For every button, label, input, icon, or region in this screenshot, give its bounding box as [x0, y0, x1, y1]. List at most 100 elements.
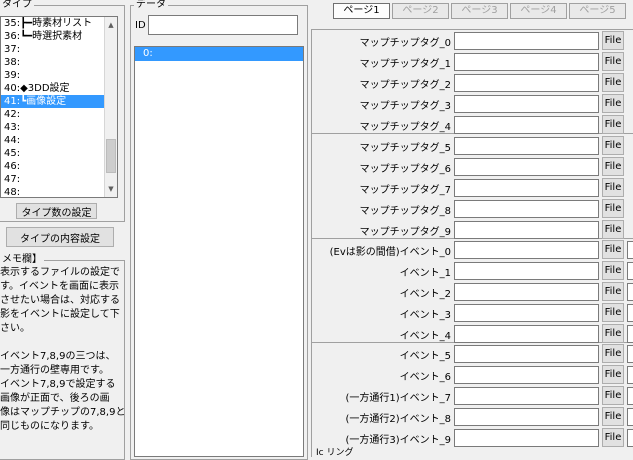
field-input[interactable] [454, 429, 599, 447]
type-list-item[interactable]: 40:◆3DD設定 [1, 82, 117, 95]
tab-page-1[interactable]: ページ1 [333, 3, 390, 19]
field-row: マップチップタグ_6 File [311, 157, 633, 177]
extra-field-input[interactable] [627, 366, 633, 384]
type-list-scrollbar[interactable]: ▲ ▼ [104, 17, 117, 197]
type-item-label: ┗━時選択素材 [20, 31, 83, 42]
field-input[interactable] [454, 116, 599, 134]
field-input[interactable] [454, 325, 599, 343]
file-button[interactable]: File [602, 365, 624, 384]
type-list-item[interactable]: 47: [1, 173, 117, 186]
file-button[interactable]: File [602, 324, 624, 343]
field-label: イベント_2 [399, 289, 451, 300]
file-button[interactable]: File [602, 240, 624, 259]
file-button[interactable]: File [602, 282, 624, 301]
extra-field-input[interactable] [627, 283, 633, 301]
field-input[interactable] [454, 283, 599, 301]
data-list[interactable]: 0: [134, 46, 304, 457]
type-count-button[interactable]: タイプ数の設定 [16, 203, 97, 219]
data-list-item[interactable]: 0: [135, 47, 303, 61]
extra-field-input[interactable] [627, 262, 633, 280]
field-label: イベント_4 [399, 331, 451, 342]
file-button[interactable]: File [602, 178, 624, 197]
field-input[interactable] [454, 345, 599, 363]
scroll-down-icon[interactable]: ▼ [105, 183, 117, 195]
type-list-item[interactable]: 36:┗━時選択素材 [1, 30, 117, 43]
file-button[interactable]: File [602, 220, 624, 239]
field-row: マップチップタグ_0 File [311, 31, 633, 51]
type-list-item[interactable]: 44: [1, 134, 117, 147]
tab-page-4[interactable]: ページ4 [510, 3, 567, 19]
file-button[interactable]: File [602, 344, 624, 363]
type-list[interactable]: 35:┣━時素材リスト 36:┗━時選択素材 37: 38: 39: 40:◆3DD設定 4… [0, 16, 118, 198]
file-button[interactable]: File [602, 52, 624, 71]
field-label: イベント_3 [399, 310, 451, 321]
field-input[interactable] [454, 304, 599, 322]
memo-line: 画像が正面で、後ろの画 [0, 393, 110, 404]
type-list-item[interactable]: 43: [1, 121, 117, 134]
field-label: マップチップタグ_1 [359, 59, 451, 70]
field-input[interactable] [454, 200, 599, 218]
file-button[interactable]: File [602, 31, 624, 50]
field-input[interactable] [454, 74, 599, 92]
group-separator [311, 29, 633, 30]
field-input[interactable] [454, 366, 599, 384]
type-list-item[interactable]: 48: [1, 186, 117, 197]
extra-field-input[interactable] [627, 387, 633, 405]
file-button[interactable]: File [602, 73, 624, 92]
type-item-number: 44: [4, 135, 21, 146]
extra-field-input[interactable] [627, 408, 633, 426]
type-list-item[interactable]: 38: [1, 56, 117, 69]
field-input[interactable] [454, 53, 599, 71]
field-input[interactable] [454, 158, 599, 176]
memo-line: 影をイベントに設定して下 [0, 309, 120, 320]
file-button[interactable]: File [602, 386, 624, 405]
scroll-thumb[interactable] [106, 139, 116, 173]
memo-line: イベント7,8,9で設定する [0, 379, 116, 390]
file-button[interactable]: File [602, 428, 624, 447]
field-label: マップチップタグ_8 [359, 206, 451, 217]
memo-line: 像はマップチップの7,8,9と [0, 407, 124, 418]
file-button[interactable]: File [602, 115, 624, 134]
file-button[interactable]: File [602, 199, 624, 218]
field-input[interactable] [454, 137, 599, 155]
file-button[interactable]: File [602, 94, 624, 113]
extra-field-input[interactable] [627, 345, 633, 363]
field-input[interactable] [454, 32, 599, 50]
extra-field-input[interactable] [627, 304, 633, 322]
file-button[interactable]: File [602, 261, 624, 280]
file-button[interactable]: File [602, 303, 624, 322]
field-input[interactable] [454, 95, 599, 113]
id-input[interactable] [148, 15, 298, 35]
tab-page-3[interactable]: ページ3 [451, 3, 508, 19]
field-input[interactable] [454, 408, 599, 426]
extra-field-input[interactable] [627, 241, 633, 259]
tab-page-2[interactable]: ページ2 [392, 3, 449, 19]
type-list-item[interactable]: 45: [1, 147, 117, 160]
file-button[interactable]: File [602, 157, 624, 176]
field-input[interactable] [454, 179, 599, 197]
tab-page-5[interactable]: ページ5 [569, 3, 626, 19]
field-label: イベント_1 [399, 268, 451, 279]
extra-field-input[interactable] [627, 429, 633, 447]
field-label: マップチップタグ_2 [359, 80, 451, 91]
field-row: イベント_5 File [311, 344, 633, 364]
memo-line: 同じものになります。 [0, 421, 99, 432]
type-content-button[interactable]: タイプの内容設定 [6, 227, 114, 247]
type-list-item[interactable]: 37: [1, 43, 117, 56]
field-input[interactable] [454, 241, 599, 259]
type-list-rows: 35:┣━時素材リスト 36:┗━時選択素材 37: 38: 39: 40:◆3DD設定 4… [1, 17, 117, 197]
field-row: (一方通行1)イベント_7 File [311, 386, 633, 406]
field-input[interactable] [454, 221, 599, 239]
field-input[interactable] [454, 387, 599, 405]
file-button[interactable]: File [602, 407, 624, 426]
type-list-item[interactable]: 39: [1, 69, 117, 82]
field-row: マップチップタグ_1 File [311, 52, 633, 72]
type-list-item[interactable]: 41:┗画像設定 [1, 95, 117, 108]
type-list-item[interactable]: 35:┣━時素材リスト [1, 17, 117, 30]
file-button[interactable]: File [602, 136, 624, 155]
type-list-item[interactable]: 46: [1, 160, 117, 173]
extra-field-input[interactable] [627, 325, 633, 343]
scroll-up-icon[interactable]: ▲ [105, 19, 117, 31]
type-list-item[interactable]: 42: [1, 108, 117, 121]
field-input[interactable] [454, 262, 599, 280]
